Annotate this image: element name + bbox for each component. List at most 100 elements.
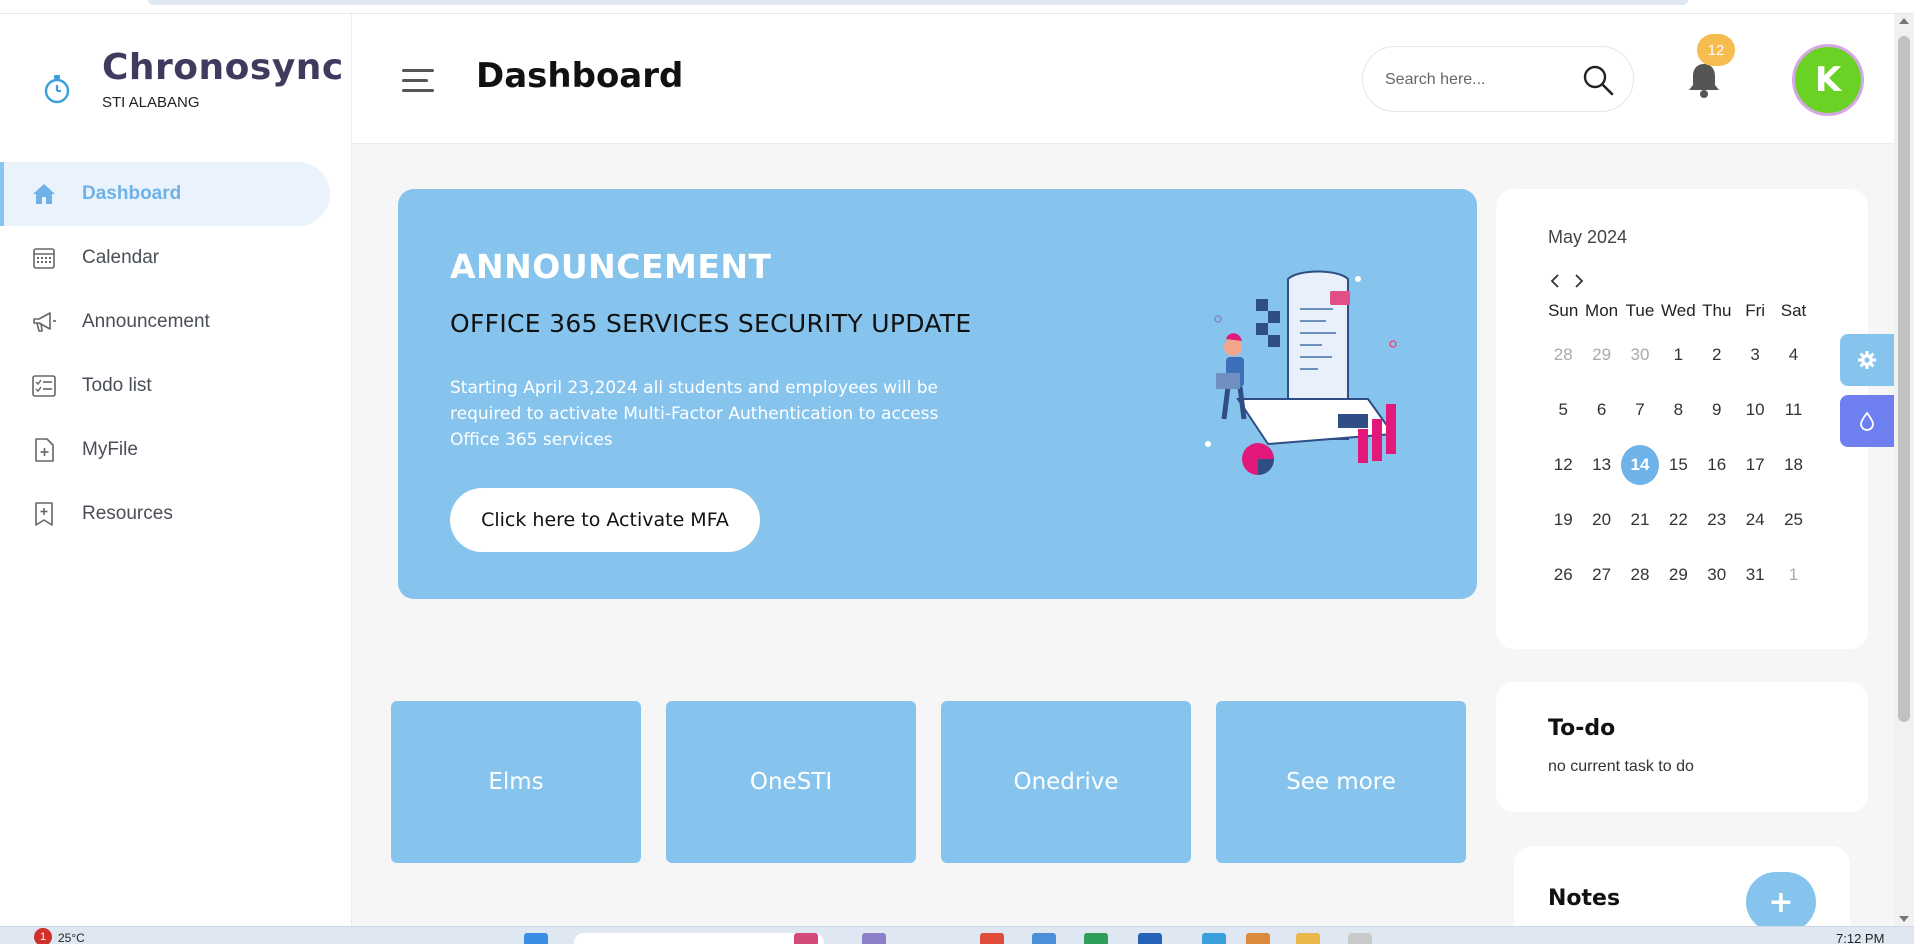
brand-subtitle: STI ALABANG [102,93,200,111]
calendar-day[interactable]: 1 [1774,547,1812,602]
sidebar-item-label: Calendar [82,247,160,268]
calendar-day[interactable]: 29 [1659,547,1697,602]
calendar-day[interactable]: 16 [1698,437,1736,492]
settings-float-button[interactable] [1840,334,1894,386]
calendar-day[interactable]: 30 [1621,327,1659,382]
search-icon[interactable] [1581,63,1615,97]
calendar-day[interactable]: 7 [1621,382,1659,437]
sidebar-item-calendar[interactable]: Calendar [0,226,352,290]
announcement-subject: OFFICE 365 SERVICES SECURITY UPDATE [450,309,972,338]
tile-elms[interactable]: Elms [391,701,641,863]
calendar-nav [1548,271,1586,291]
add-note-button[interactable]: + [1746,872,1816,932]
browser-top-strip [0,0,1914,14]
weather-temperature[interactable]: 25°C [58,931,85,944]
calendar-day[interactable]: 8 [1659,382,1697,437]
scroll-up-icon[interactable] [1899,18,1909,24]
calendar-grid: Sun Mon Tue Wed Thu Fri Sat 28 29 30 1 2 3 4 5 6 7 8 9 10 1… [1544,295,1844,602]
browser-tab-bar [148,0,1688,5]
sidebar-nav: Dashboard Calendar Announcement Todo lis… [0,162,352,546]
taskbar-app-icon[interactable] [794,933,818,944]
activate-mfa-button[interactable]: Click here to Activate MFA [450,488,760,552]
weather-alert-badge: 1 [34,928,52,944]
calendar-day[interactable]: 22 [1659,492,1697,547]
calendar-week-row: 12 13 14 15 16 17 18 [1544,437,1844,492]
calendar-day[interactable]: 4 [1774,327,1812,382]
calendar-day[interactable]: 9 [1698,382,1736,437]
calendar-day[interactable]: 26 [1544,547,1582,602]
taskbar-app-icon[interactable] [1296,933,1320,944]
calendar-day[interactable]: 17 [1736,437,1774,492]
scroll-down-icon[interactable] [1899,916,1909,922]
calendar-month-label: May 2024 [1548,227,1628,247]
taskbar-app-icon[interactable] [1348,933,1372,944]
search-box [1362,46,1634,112]
calendar-today[interactable]: 14 [1620,444,1660,485]
calendar-day[interactable]: 5 [1544,382,1582,437]
taskbar-clock: 7:12 PM [1836,931,1885,944]
bookmark-add-icon [30,500,58,528]
calendar-day[interactable]: 14 [1620,437,1660,492]
brand[interactable]: Chronosync STI ALABANG [40,48,344,111]
calendar-week-row: 19 20 21 22 23 24 25 [1544,492,1844,547]
calendar-day[interactable]: 28 [1544,327,1582,382]
taskbar-app-icon[interactable] [1202,933,1226,944]
calendar-day[interactable]: 29 [1582,327,1620,382]
tile-onesti[interactable]: OneSTI [666,701,916,863]
sidebar-item-todo-list[interactable]: Todo list [0,354,352,418]
sidebar-item-resources[interactable]: Resources [0,482,352,546]
todo-title: To-do [1548,716,1616,741]
sidebar-item-myfile[interactable]: MyFile [0,418,352,482]
tile-onedrive[interactable]: Onedrive [941,701,1191,863]
calendar-day[interactable]: 28 [1621,547,1659,602]
search-input[interactable] [1385,65,1575,95]
sidebar-item-announcement[interactable]: Announcement [0,290,352,354]
calendar-day[interactable]: 23 [1698,492,1736,547]
taskbar-app-icon[interactable] [1138,933,1162,944]
menu-toggle-icon[interactable] [402,69,434,95]
calendar-day[interactable]: 12 [1544,437,1582,492]
page-scrollbar[interactable] [1894,14,1914,926]
taskbar-app-icon[interactable] [980,933,1004,944]
calendar-weekday: Sun [1548,301,1579,320]
calendar-day[interactable]: 19 [1544,492,1582,547]
file-add-icon [30,436,58,464]
calendar-day[interactable]: 21 [1621,492,1659,547]
calendar-day[interactable]: 2 [1698,327,1736,382]
calendar-day[interactable]: 30 [1698,547,1736,602]
chevron-right-icon[interactable] [1572,271,1586,291]
calendar-day[interactable]: 1 [1659,327,1697,382]
taskbar-search[interactable] [574,933,824,944]
bell-icon[interactable] [1686,60,1722,100]
calendar-day[interactable]: 6 [1582,382,1620,437]
calendar-day[interactable]: 13 [1582,437,1620,492]
tile-see-more[interactable]: See more [1216,701,1466,863]
calendar-day[interactable]: 3 [1736,327,1774,382]
calendar-week-row: 28 29 30 1 2 3 4 [1544,327,1844,382]
todo-card: To-do no current task to do [1496,682,1868,812]
taskbar-app-icon[interactable] [862,933,886,944]
taskbar-app-icon[interactable] [1246,933,1270,944]
taskbar-app-icon[interactable] [1032,933,1056,944]
checklist-icon [30,372,58,400]
chevron-left-icon[interactable] [1548,271,1562,291]
calendar-day[interactable]: 31 [1736,547,1774,602]
calendar-day[interactable]: 15 [1659,437,1697,492]
calendar-day[interactable]: 24 [1736,492,1774,547]
sidebar-item-label: Announcement [82,311,210,332]
theme-float-button[interactable] [1840,395,1894,447]
calendar-day[interactable]: 10 [1736,382,1774,437]
calendar-day[interactable]: 20 [1582,492,1620,547]
windows-start-icon[interactable] [524,933,548,944]
calendar-day[interactable]: 25 [1774,492,1812,547]
calendar-day[interactable]: 27 [1582,547,1620,602]
calendar-weekday: Fri [1745,301,1766,320]
taskbar-app-icon[interactable] [1084,933,1108,944]
sidebar-item-dashboard[interactable]: Dashboard [0,162,330,226]
scrollbar-thumb[interactable] [1898,36,1910,722]
sidebar-item-label: Dashboard [82,183,182,204]
calendar-day[interactable]: 11 [1774,382,1812,437]
avatar[interactable]: K [1792,44,1864,116]
calendar-day[interactable]: 18 [1774,437,1812,492]
home-icon [30,180,58,208]
